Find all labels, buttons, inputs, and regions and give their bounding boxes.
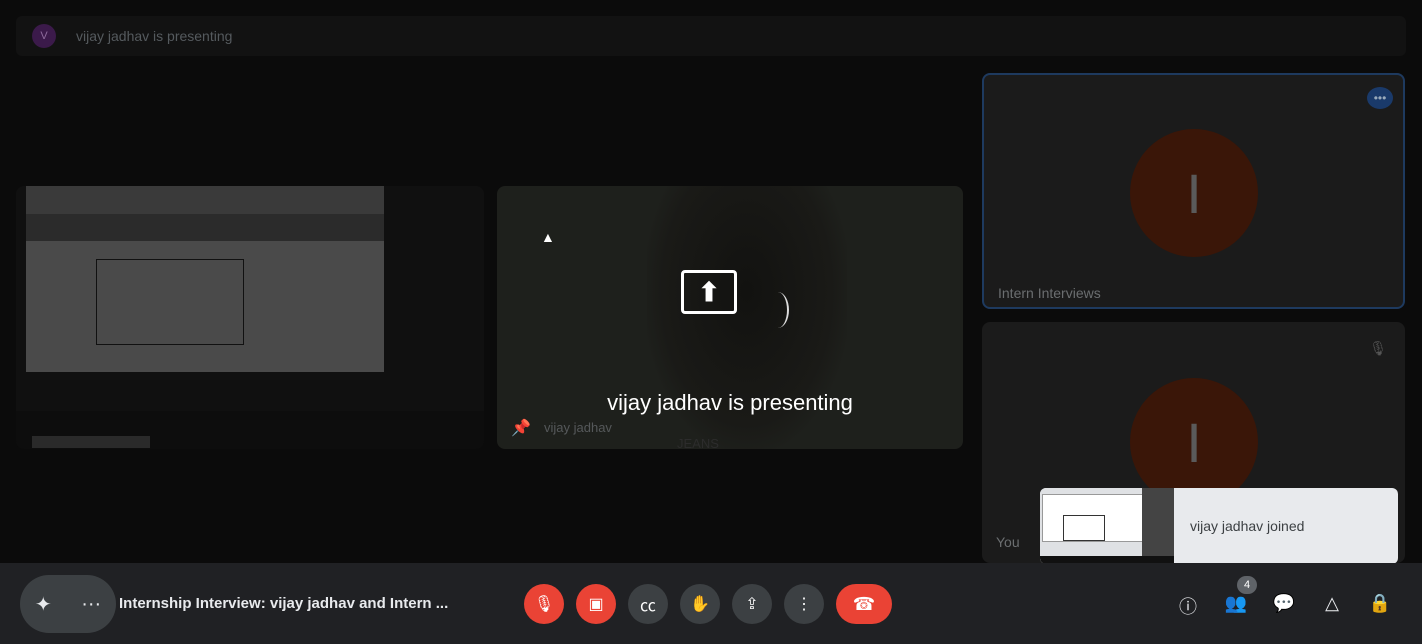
notification-text: vijay jadhav joined: [1190, 518, 1305, 534]
more-vert-icon: ⋮: [796, 596, 812, 613]
participant-name: You: [996, 534, 1020, 550]
call-controls-bar: ✦ ··· Internship Interview: vijay jadhav…: [0, 563, 1422, 644]
mic-off-icon: 🎙: [1369, 340, 1387, 356]
camera-off-icon: ▣: [588, 596, 604, 613]
chat-icon[interactable]: 💬: [1272, 593, 1296, 614]
mic-off-icon: 🎙: [533, 596, 555, 613]
presenter-camera-tile[interactable]: ⬆ vijay jadhav is presenting 📌 vijay jad…: [497, 186, 963, 449]
mouse-cursor-icon: ▲: [541, 229, 555, 245]
mic-toggle-button[interactable]: 🎙: [524, 584, 564, 624]
present-now-button[interactable]: ⇪: [732, 584, 772, 624]
present-screen-icon: ⬆: [681, 270, 737, 314]
banner-text: vijay jadhav is presenting: [76, 28, 233, 44]
activities-icon[interactable]: ✦: [35, 592, 52, 617]
leave-call-button[interactable]: ☎: [836, 584, 892, 624]
join-notification[interactable]: vijay jadhav joined: [1040, 488, 1398, 564]
more-options-button[interactable]: ⋮: [784, 584, 824, 624]
participant-name: vijay jadhav: [544, 420, 612, 435]
shared-screen-rectangle: [96, 259, 244, 345]
more-activities-icon[interactable]: ···: [81, 593, 101, 616]
presenting-banner: V vijay jadhav is presenting: [16, 16, 1406, 56]
captions-button[interactable]: ㏄: [628, 584, 668, 624]
participant-avatar: I: [1130, 378, 1258, 506]
host-controls-icon[interactable]: 🔒: [1368, 593, 1392, 614]
shirt-logo-text: JEANS: [677, 436, 719, 449]
shared-screen-window: [26, 186, 384, 372]
people-count-badge: 4: [1237, 576, 1257, 594]
people-icon[interactable]: 👥: [1224, 593, 1248, 614]
present-icon: ⇪: [745, 596, 759, 613]
screen-share-tile[interactable]: [16, 186, 484, 449]
shared-screen-canvas: [26, 241, 384, 372]
notification-thumbnail: [1040, 488, 1174, 564]
shared-screen-toolbar: [26, 186, 384, 214]
captions-icon: ㏄: [639, 598, 656, 615]
pin-icon[interactable]: 📌: [511, 418, 531, 438]
shared-screen-search: [32, 436, 150, 448]
more-options-icon[interactable]: •••: [1367, 87, 1393, 109]
presenting-overlay-text: vijay jadhav is presenting: [607, 390, 853, 415]
presenter-avatar: V: [32, 24, 56, 48]
raise-hand-button[interactable]: ✋: [680, 584, 720, 624]
participant-name: Intern Interviews: [998, 285, 1101, 301]
participant-tile-intern[interactable]: ••• I Intern Interviews: [982, 73, 1405, 309]
activities-shapes-icon[interactable]: △: [1320, 593, 1344, 614]
hand-icon: ✋: [690, 596, 710, 613]
camera-toggle-button[interactable]: ▣: [576, 584, 616, 624]
activities-pill[interactable]: ✦ ···: [20, 575, 116, 633]
loading-spinner: [767, 292, 789, 328]
meeting-title: Internship Interview: vijay jadhav and I…: [119, 595, 449, 612]
phone-hangup-icon: ☎: [852, 593, 876, 614]
participant-avatar: I: [1130, 129, 1258, 257]
meeting-details-icon[interactable]: ⓘ: [1176, 593, 1200, 619]
